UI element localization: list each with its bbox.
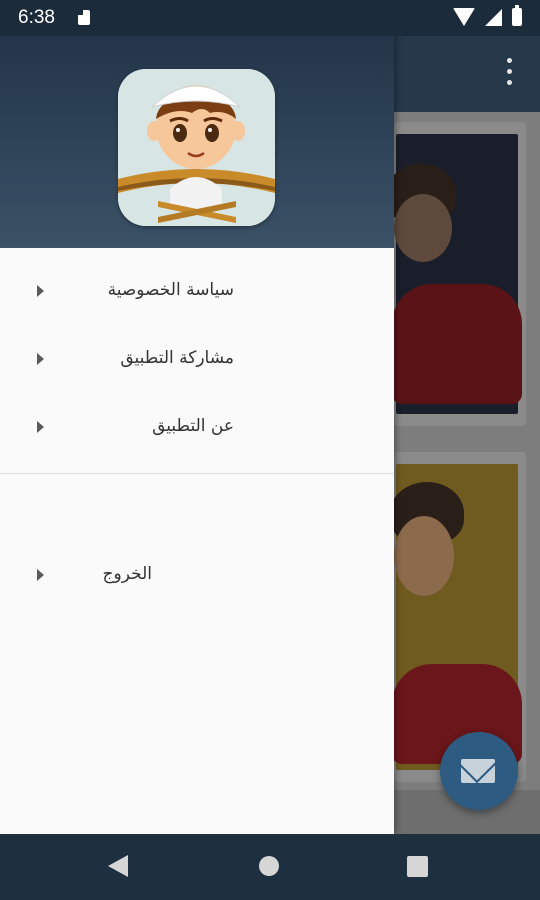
menu-item-label: الخروج <box>102 564 152 584</box>
recent-apps-icon[interactable] <box>407 856 428 877</box>
status-time: 6:38 <box>18 7 55 28</box>
arrow-right-icon <box>37 353 44 365</box>
boy-reading-quran-icon <box>118 69 275 226</box>
menu-divider <box>0 473 394 474</box>
menu-item-about-app[interactable]: عن التطبيق <box>0 398 394 458</box>
story-card-image <box>386 134 522 414</box>
story-card-image <box>390 464 522 770</box>
app-logo <box>118 69 275 226</box>
menu-item-share-app[interactable]: مشاركة التطبيق <box>0 330 394 390</box>
arrow-right-icon <box>37 569 44 581</box>
home-icon[interactable] <box>259 856 279 876</box>
arrow-right-icon <box>37 421 44 433</box>
arrow-right-icon <box>37 285 44 297</box>
menu-item-label: سياسة الخصوصية <box>107 280 234 300</box>
mail-fab-button[interactable] <box>440 732 518 810</box>
story-card[interactable] <box>390 452 526 782</box>
menu-item-label: مشاركة التطبيق <box>120 348 234 368</box>
drawer-header <box>0 0 394 248</box>
menu-item-privacy-policy[interactable]: سياسة الخصوصية <box>0 262 394 322</box>
navigation-drawer: سياسة الخصوصية مشاركة التطبيق عن التطبيق… <box>0 0 394 834</box>
status-bar: 6:38 <box>0 0 540 36</box>
back-icon[interactable] <box>108 855 128 877</box>
mail-icon <box>461 759 495 783</box>
system-navigation-bar <box>0 834 540 900</box>
signal-icon <box>485 8 502 26</box>
wifi-icon <box>453 8 475 26</box>
battery-icon <box>512 5 522 26</box>
menu-item-label: عن التطبيق <box>152 416 234 436</box>
story-card[interactable] <box>386 122 526 426</box>
sd-card-icon <box>78 10 90 25</box>
menu-item-exit[interactable]: الخروج <box>0 546 394 606</box>
overflow-menu-icon[interactable] <box>502 58 516 92</box>
